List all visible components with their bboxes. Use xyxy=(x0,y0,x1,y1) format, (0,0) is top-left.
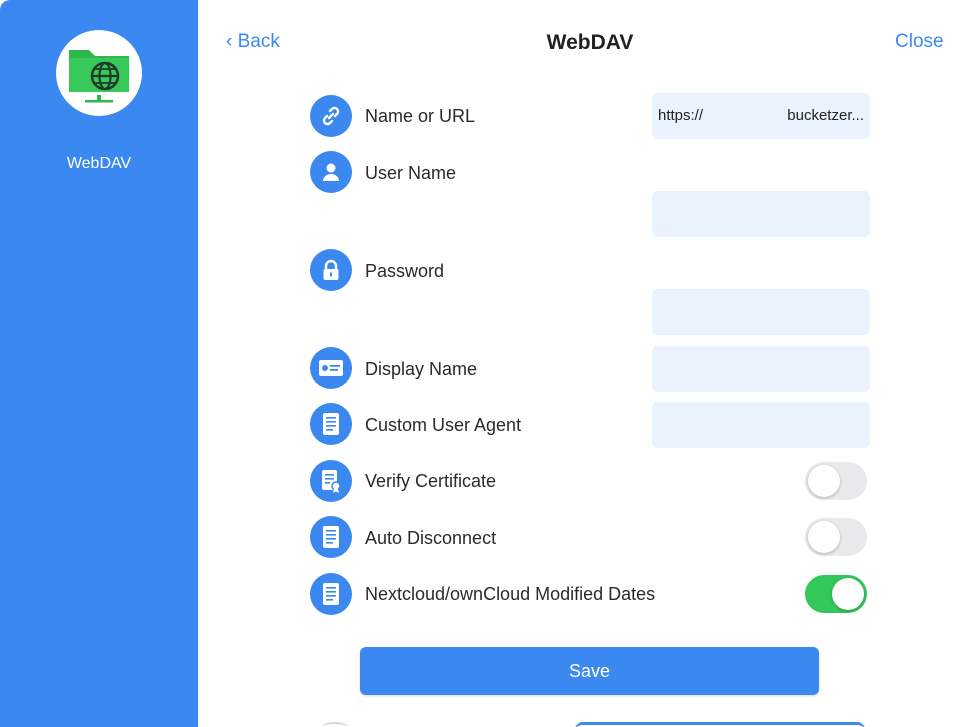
document-icon xyxy=(310,573,352,615)
auto-disconnect-label: Auto Disconnect xyxy=(365,528,497,548)
page-title: WebDAV xyxy=(546,31,634,54)
id-card-icon xyxy=(310,347,352,389)
modified-dates-toggle[interactable] xyxy=(805,575,867,613)
password-input[interactable] xyxy=(652,289,870,335)
name-url-suffix: bucketzer... xyxy=(787,107,864,124)
name-url-prefix: https:// xyxy=(658,107,704,124)
toggle-knob xyxy=(808,521,840,553)
modified-dates-label: Nextcloud/ownCloud Modified Dates xyxy=(365,584,656,604)
user-icon xyxy=(310,151,352,193)
folder-globe-icon xyxy=(69,50,129,103)
partial-button[interactable] xyxy=(575,722,865,727)
toggle-knob xyxy=(832,578,864,610)
link-icon xyxy=(310,95,352,137)
document-icon xyxy=(310,516,352,558)
custom-user-agent-input[interactable] xyxy=(652,402,870,448)
lock-icon xyxy=(310,249,352,291)
document-icon xyxy=(310,403,352,445)
name-url-label: Name or URL xyxy=(365,106,476,126)
custom-user-agent-label: Custom User Agent xyxy=(365,415,522,435)
display-name-label: Display Name xyxy=(365,359,478,379)
close-button[interactable]: Close xyxy=(895,31,944,53)
toggle-knob xyxy=(808,465,840,497)
name-url-input[interactable]: https:// bucketzer... xyxy=(652,93,870,139)
user-name-input[interactable] xyxy=(652,191,870,237)
verify-certificate-toggle[interactable] xyxy=(805,462,867,500)
sidebar: WebDAV xyxy=(0,0,198,727)
partial-icon xyxy=(322,722,348,727)
verify-certificate-label: Verify Certificate xyxy=(365,471,497,491)
display-name-input[interactable] xyxy=(652,346,870,392)
webdav-logo xyxy=(56,30,142,116)
back-button[interactable]: ‹ Back xyxy=(226,31,280,53)
sidebar-label: WebDAV xyxy=(66,155,132,172)
password-label: Password xyxy=(365,261,445,281)
auto-disconnect-toggle[interactable] xyxy=(805,518,867,556)
save-button[interactable]: Save xyxy=(360,647,819,695)
certificate-icon xyxy=(310,460,352,502)
user-name-label: User Name xyxy=(365,163,457,183)
